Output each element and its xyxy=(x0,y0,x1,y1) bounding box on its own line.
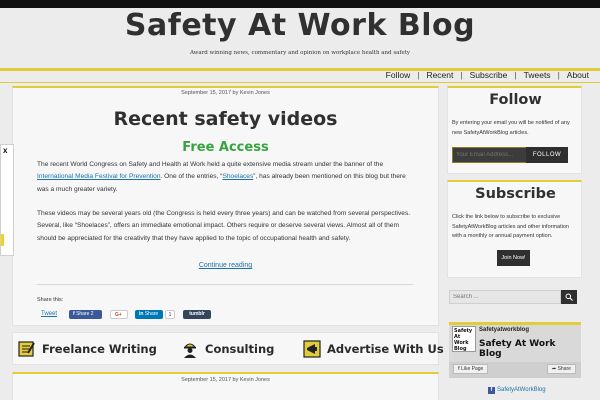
consulting-link[interactable]: Consulting xyxy=(181,340,274,358)
follow-text: By entering your email you will be notif… xyxy=(452,120,570,136)
subscribe-text: Click the link below to subscribe to exc… xyxy=(452,214,569,239)
post-author[interactable]: Kevin Jones xyxy=(240,90,270,96)
megaphone-icon xyxy=(303,340,321,358)
freelance-writing-link[interactable]: Freelance Writing xyxy=(18,340,157,358)
post2-author[interactable]: Kevin Jones xyxy=(240,377,270,383)
advertise-label: Advertise With Us xyxy=(327,342,444,356)
freelance-writing-label: Freelance Writing xyxy=(42,342,157,356)
share-label: Share this: xyxy=(37,297,64,303)
popup-close-button[interactable]: x xyxy=(3,146,7,155)
pen-icon xyxy=(18,340,36,358)
linkedin-share-label: Share xyxy=(144,311,159,317)
nav-tweets[interactable]: Tweets xyxy=(517,70,558,80)
top-bar xyxy=(0,0,600,8)
continue-reading-link[interactable]: Continue reading xyxy=(0,262,451,269)
free-access-label: Free Access xyxy=(182,140,269,155)
avatar-badge-text: Safety At Work Blog xyxy=(454,328,473,352)
facebook-banner-text: Safety At Work Blog xyxy=(479,339,556,359)
facebook-page-widget[interactable]: Safety At Work Blog Safetyatworkblog Saf… xyxy=(449,322,581,378)
para-text: The recent World Congress on Safety and … xyxy=(37,161,384,168)
facebook-page-avatar: Safety At Work Blog xyxy=(452,326,476,352)
slide-in-popup: x xyxy=(0,144,14,256)
linkedin-share-button[interactable]: in Share xyxy=(135,310,163,319)
post-date[interactable]: September 15, 2017 xyxy=(181,90,231,96)
media-festival-link[interactable]: International Media Festival for Prevent… xyxy=(37,173,161,180)
post-paragraph-1: The recent World Congress on Safety and … xyxy=(37,159,417,196)
consulting-label: Consulting xyxy=(205,342,275,356)
post2-meta: September 15, 2017 by Kevin Jones xyxy=(0,377,451,383)
facebook-share-label: Share 2 xyxy=(76,311,94,317)
post2-date[interactable]: September 15, 2017 xyxy=(181,377,231,383)
popup-accent xyxy=(1,234,4,246)
facebook-share-label: Share xyxy=(557,366,571,372)
facebook-page-name[interactable]: Safetyatworkblog xyxy=(479,327,529,333)
facebook-icon: f xyxy=(458,366,460,372)
nav-divider xyxy=(0,82,600,83)
follow-email-input[interactable] xyxy=(452,147,528,163)
search-button[interactable] xyxy=(561,290,577,304)
nav-about[interactable]: About xyxy=(560,70,596,80)
tweet-button[interactable]: Tweet xyxy=(37,310,61,319)
para-text: . One of the entries, “ xyxy=(160,173,223,181)
join-now-button[interactable]: Join Now! xyxy=(497,250,530,266)
post-by: by xyxy=(232,90,239,96)
search-icon xyxy=(565,293,573,301)
worker-icon xyxy=(181,340,199,358)
facebook-share-page-button[interactable]: ➦ Share xyxy=(547,364,576,374)
site-title[interactable]: Safety At Work Blog xyxy=(0,8,600,43)
google-plus-button[interactable]: G+ xyxy=(110,310,128,319)
site-tagline: Award winning news, commentary and opini… xyxy=(189,50,411,56)
tumblr-button[interactable]: tumblr xyxy=(183,310,211,319)
linkedin-count: 1 xyxy=(165,310,175,319)
facebook-icon: f xyxy=(488,387,495,394)
facebook-share-button[interactable]: f Share 2 xyxy=(69,310,102,319)
linkedin-icon: in xyxy=(139,311,144,317)
follow-heading: Follow xyxy=(489,92,542,108)
post-paragraph-2: These videos may be several years old (t… xyxy=(37,210,411,242)
nav-follow[interactable]: Follow xyxy=(379,70,418,80)
advertise-link[interactable]: Advertise With Us xyxy=(303,340,444,358)
nav-recent[interactable]: Recent xyxy=(419,70,460,80)
post-meta: September 15, 2017 by Kevin Jones xyxy=(0,90,451,96)
nav-subscribe[interactable]: Subscribe xyxy=(463,70,515,80)
facebook-like-label: Like Page xyxy=(461,366,484,372)
post-divider xyxy=(37,284,413,285)
search-input[interactable] xyxy=(449,290,561,304)
shoelaces-link[interactable]: Shoelaces xyxy=(222,173,253,180)
facebook-page-link-label: SafetyAtWorkBlog xyxy=(497,387,546,393)
facebook-page-link[interactable]: f SafetyAtWorkBlog xyxy=(488,387,546,394)
share-arrow-icon: ➦ xyxy=(552,366,557,372)
post-title[interactable]: Recent safety videos xyxy=(0,108,451,130)
facebook-icon: f xyxy=(73,311,75,317)
facebook-like-button[interactable]: f Like Page xyxy=(453,364,489,374)
main-nav: Follow | Recent | Subscribe | Tweets | About xyxy=(379,70,596,80)
subscribe-heading: Subscribe xyxy=(475,186,556,202)
post2-by: by xyxy=(232,377,239,383)
follow-button[interactable]: FOLLOW xyxy=(526,147,568,163)
